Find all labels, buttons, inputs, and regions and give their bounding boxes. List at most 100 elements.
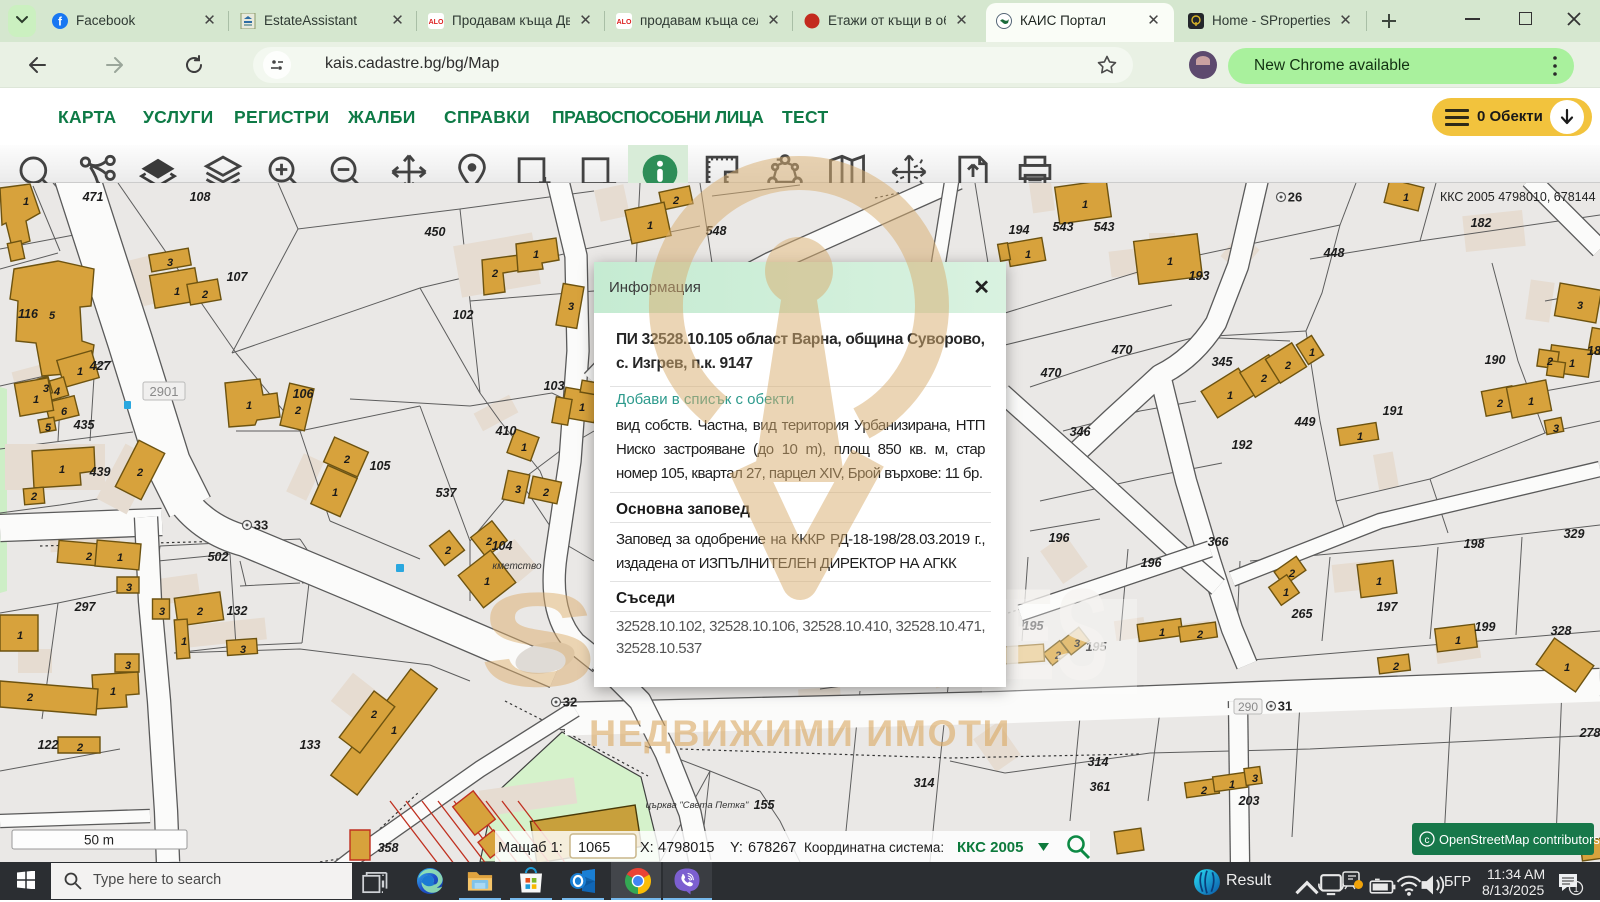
svg-text:203: 203 (1238, 794, 1260, 808)
svg-text:1: 1 (1357, 431, 1363, 443)
svg-text:1: 1 (1082, 199, 1088, 211)
svg-text:435: 435 (73, 418, 96, 432)
svg-text:470: 470 (1040, 366, 1062, 380)
svg-text:346: 346 (1070, 425, 1092, 439)
svg-text:502: 502 (208, 550, 229, 564)
svg-text:1: 1 (17, 630, 23, 642)
svg-text:2: 2 (30, 491, 37, 503)
svg-text:18: 18 (1587, 344, 1600, 358)
svg-text:2: 2 (196, 606, 203, 618)
svg-text:155: 155 (754, 798, 776, 812)
svg-text:1: 1 (391, 725, 397, 737)
svg-text:1: 1 (117, 552, 123, 564)
svg-text:290: 290 (1238, 700, 1258, 714)
svg-text:471: 471 (82, 190, 104, 204)
svg-text:2: 2 (1196, 629, 1203, 641)
svg-text:OpenStreetMap contributors.: OpenStreetMap contributors. (1439, 832, 1600, 847)
svg-text:199: 199 (1475, 620, 1496, 634)
svg-text:2: 2 (1288, 568, 1295, 580)
svg-text:314: 314 (914, 776, 935, 790)
svg-text:ALO: ALO (429, 19, 444, 26)
svg-text:ALO: ALO (617, 19, 632, 26)
svg-text:2: 2 (76, 742, 83, 754)
svg-text:2: 2 (1200, 785, 1207, 797)
svg-text:105: 105 (370, 459, 392, 473)
svg-text:265: 265 (1291, 607, 1314, 621)
svg-text:2: 2 (343, 454, 350, 466)
svg-text:1: 1 (1283, 587, 1289, 599)
svg-text:1: 1 (1167, 256, 1173, 268)
svg-text:1: 1 (533, 249, 539, 261)
svg-text:1: 1 (1376, 576, 1382, 588)
svg-text:2: 2 (26, 692, 33, 704)
svg-text:2: 2 (672, 195, 679, 207)
svg-text:108: 108 (190, 190, 211, 204)
svg-text:449: 449 (1294, 415, 1316, 429)
svg-text:2: 2 (444, 545, 451, 557)
svg-text:548: 548 (706, 224, 727, 238)
svg-text:358: 358 (378, 841, 399, 855)
svg-text:427: 427 (89, 359, 112, 373)
svg-text:X:: X: (640, 840, 654, 856)
svg-text:3: 3 (159, 606, 165, 618)
svg-text:3: 3 (1577, 300, 1583, 312)
svg-text:116: 116 (18, 307, 39, 321)
svg-text:543: 543 (1094, 220, 1115, 234)
svg-text:361: 361 (1090, 780, 1111, 794)
svg-text:2: 2 (201, 289, 208, 301)
svg-text:ККС 2005 4798010, 678144: ККС 2005 4798010, 678144 (1440, 190, 1596, 204)
svg-text:1: 1 (579, 402, 585, 414)
svg-text:3: 3 (43, 383, 49, 395)
svg-text:439: 439 (89, 465, 111, 479)
svg-text:278: 278 (1579, 726, 1600, 740)
svg-text:107: 107 (227, 270, 249, 284)
svg-text:3: 3 (1553, 423, 1559, 435)
svg-text:2: 2 (542, 487, 549, 499)
svg-text:4: 4 (53, 386, 60, 398)
svg-text:1: 1 (1025, 249, 1031, 261)
svg-text:1: 1 (1573, 884, 1579, 895)
svg-text:193: 193 (1189, 269, 1210, 283)
svg-text:3: 3 (240, 644, 246, 656)
svg-text:3: 3 (1252, 773, 1258, 785)
svg-text:1: 1 (521, 442, 527, 454)
svg-text:328: 328 (1551, 624, 1572, 638)
svg-text:1: 1 (332, 487, 338, 499)
svg-text:НЕДВИЖИМИ ИМОТИ: НЕДВИЖИМИ ИМОТИ (589, 712, 1011, 754)
svg-text:345: 345 (1212, 355, 1234, 369)
svg-text:Координатна система:: Координатна система: (804, 840, 944, 855)
svg-text:2901: 2901 (150, 384, 179, 399)
svg-text:1: 1 (77, 366, 83, 378)
svg-text:2: 2 (1260, 373, 1267, 385)
svg-text:1: 1 (1569, 358, 1575, 370)
svg-text:329: 329 (1564, 527, 1585, 541)
svg-text:3: 3 (568, 301, 574, 313)
svg-text:537: 537 (436, 486, 458, 500)
svg-text:2: 2 (85, 551, 92, 563)
svg-text:196: 196 (1141, 556, 1163, 570)
svg-text:31: 31 (1278, 699, 1292, 714)
svg-text:3: 3 (515, 484, 521, 496)
svg-text:410: 410 (495, 424, 517, 438)
svg-text:543: 543 (1053, 220, 1074, 234)
svg-text:2: 2 (136, 467, 143, 479)
svg-text:103: 103 (544, 379, 565, 393)
svg-text:194: 194 (1009, 223, 1030, 237)
svg-text:192: 192 (1232, 438, 1253, 452)
svg-text:1: 1 (110, 686, 116, 698)
svg-text:50 m: 50 m (84, 833, 114, 848)
svg-text:6: 6 (61, 406, 68, 418)
svg-text:26: 26 (1288, 190, 1302, 205)
svg-text:182: 182 (1471, 216, 1492, 230)
svg-text:1: 1 (1229, 779, 1235, 791)
svg-text:4798015: 4798015 (658, 840, 714, 856)
svg-text:198: 198 (1464, 537, 1485, 551)
svg-text:195: 195 (1023, 619, 1045, 633)
svg-text:5: 5 (49, 310, 56, 322)
svg-text:122: 122 (38, 738, 59, 752)
svg-text:678267: 678267 (748, 840, 796, 856)
svg-text:1: 1 (1564, 662, 1570, 674)
svg-text:2: 2 (491, 268, 498, 280)
svg-text:2: 2 (1496, 398, 1503, 410)
svg-text:102: 102 (453, 308, 474, 322)
